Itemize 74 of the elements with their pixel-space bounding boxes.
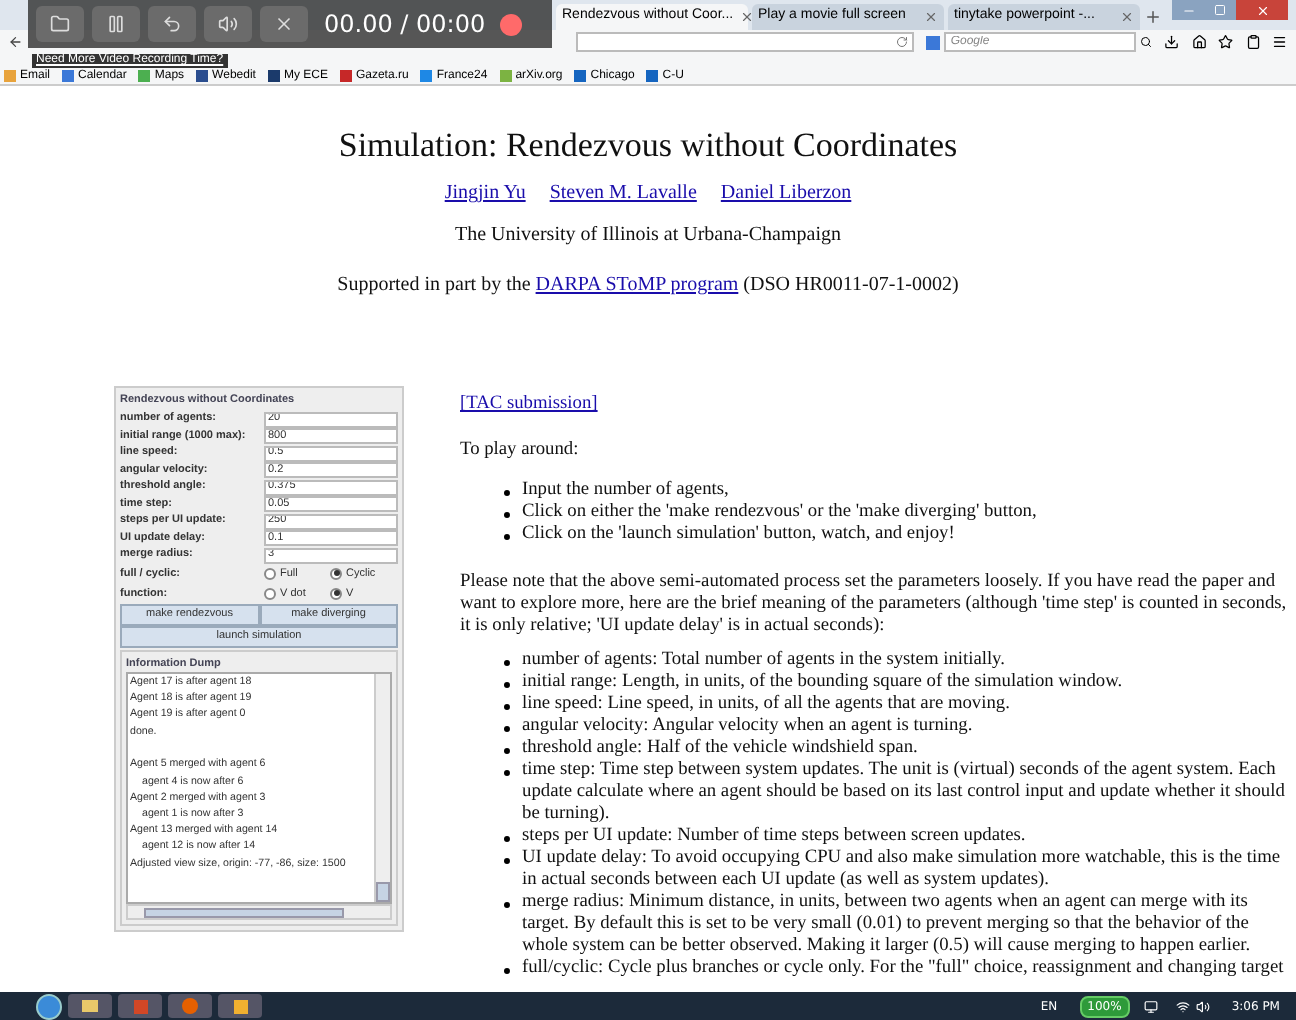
search-icon[interactable] [1140, 36, 1153, 48]
radio-button[interactable] [264, 567, 276, 580]
list-item-text: merge radius: Minimum distance, in units, between two agents when an agent can merge with its target. By default this is set to be very small (0.01) to prevent merging so that the behavior of the whole system can be better observed. Making it larger (0.5) will cause merging to happen earlier. [522, 892, 1253, 958]
list-item-text: Input the number of agents, [522, 480, 729, 502]
close-icon [1255, 3, 1269, 17]
note-text: Please note that the above semi-automated process set the parameters loosely. If you have read the paper and want to explore more, here are the brief meaning of the parameters (although 'time step' is counted in seconds, it is only relative; 'UI update delay' is in actual seconds): [460, 572, 1289, 638]
intro-text: To play around: [460, 440, 581, 462]
page-title: Simulation: Rendezvous without Coordinates [336, 126, 960, 166]
menu-icon[interactable] [1272, 34, 1288, 50]
radio-button[interactable] [330, 567, 342, 580]
close-tab-icon[interactable] [739, 10, 754, 24]
monitor-icon[interactable] [1143, 999, 1158, 1013]
support-text: Supported in part by the DARPA SToMP program (DSO HR0011-07-1-0002) [335, 274, 961, 298]
bullet-icon [504, 968, 510, 974]
recording-time: 00.00 / 00:00 [324, 8, 486, 42]
horizontal-scrollbar[interactable] [126, 904, 392, 920]
bullet-icon [504, 770, 510, 776]
program-link[interactable]: DARPA SToMP program [535, 274, 739, 296]
radio-button[interactable] [330, 587, 342, 600]
list-item-text: Click on either the 'make rendezvous' or the 'make diverging' button, [522, 502, 1037, 524]
maximize-button[interactable] [1204, 0, 1236, 20]
download-icon[interactable] [1164, 34, 1180, 50]
start-button[interactable] [36, 993, 62, 1019]
list-item-text: angular velocity: Angular velocity when an agent is turning. [522, 716, 973, 738]
close-tab-icon[interactable] [924, 10, 938, 24]
folder-shape-icon [50, 14, 70, 34]
bullet-icon [504, 534, 510, 540]
home-icon[interactable] [1191, 34, 1207, 50]
maximize-icon [1214, 4, 1226, 16]
undo-button[interactable] [148, 6, 196, 42]
browser-icon[interactable] [168, 994, 212, 1018]
reload-icon[interactable] [896, 36, 909, 48]
search-engine-icon[interactable] [926, 35, 941, 49]
star-icon[interactable] [1218, 34, 1234, 50]
clipboard-icon[interactable] [1245, 34, 1261, 50]
close-icon [274, 14, 294, 34]
bullet-icon [504, 726, 510, 732]
app-icon[interactable] [218, 994, 262, 1018]
undo-icon [162, 14, 182, 34]
bullet-icon [504, 490, 510, 496]
list-item-text: number of agents: Total number of agents in the system initially. [522, 650, 1005, 672]
bullet-icon [504, 902, 510, 908]
author-link[interactable]: Jingjin Yu [444, 182, 526, 206]
close-tab-icon[interactable] [1120, 10, 1134, 24]
bullet-icon [504, 512, 510, 518]
list-item-text: full/cyclic: Cycle plus branches or cycle only. For the "full" choice, reassignment and changing target [522, 958, 1284, 980]
network-icon[interactable] [1175, 999, 1190, 1013]
vertical-scrollbar[interactable] [374, 674, 390, 902]
author-link[interactable]: Steven M. Lavalle [549, 182, 697, 206]
bullet-icon [504, 748, 510, 754]
pause-button[interactable] [92, 6, 140, 42]
bullet-icon [504, 682, 510, 688]
list-item-text: line speed: Line speed, in units, of all the agents that are moving. [522, 694, 1010, 716]
speaker-icon [218, 14, 238, 34]
list-item-text: initial range: Length, in units, of the bounding square of the simulation window. [522, 672, 1123, 694]
close-button[interactable] [260, 6, 308, 42]
volume-button[interactable] [204, 6, 252, 42]
radio-button[interactable] [264, 587, 276, 600]
bullet-icon [504, 660, 510, 666]
list-item-text: Click on the 'launch simulation' button, watch, and enjoy! [522, 524, 955, 546]
pause-icon [106, 14, 126, 34]
submission-link[interactable]: [TAC submission] [460, 394, 598, 414]
new-tab-icon[interactable] [1144, 8, 1162, 26]
bullet-icon [504, 858, 510, 864]
list-item-text: UI update delay: To avoid occupying CPU and also make simulation more watchable, this is the time in actual seconds between each UI update (as well as system updates). [522, 848, 1283, 892]
list-item-text: time step: Time step between system updates. The unit is (virtual) seconds of the agent system. Each update calculate where an agent should be based on its last control input and update whether it should be turning). [522, 760, 1287, 826]
author-link[interactable]: Daniel Liberzon [720, 182, 852, 206]
back-icon[interactable] [8, 34, 24, 50]
volume-icon[interactable] [1195, 999, 1210, 1013]
bullet-icon [504, 704, 510, 710]
affiliation-text: The University of Illinois at Urbana-Champaign [452, 224, 843, 248]
list-item-text: steps per UI update: Number of time steps between screen updates. [522, 826, 1026, 848]
list-item-text: threshold angle: Half of the vehicle windshield span. [522, 738, 918, 760]
bullet-icon [504, 836, 510, 842]
